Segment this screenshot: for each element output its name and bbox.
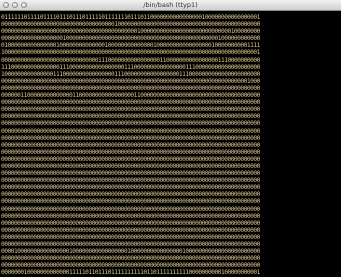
terminal-line: 0000000000000000000000000000000000000000… (1, 155, 260, 163)
terminal-line: 0000000000000000000000000000001110000000… (1, 56, 260, 64)
terminal-line: 0000000100000000000001111101101110111111… (1, 269, 260, 277)
terminal-line: 0000000000000000000000000000000000000000… (1, 170, 260, 178)
terminal-line: 0000000000000000000000000000000000000000… (1, 262, 260, 270)
terminal-line: 0000000000000000000000000000000000000000… (1, 226, 260, 234)
terminal-line: 0000100000000000000001000000000000000001… (1, 248, 260, 256)
terminal-line: 0000000000000000000000000000000000000000… (1, 148, 260, 156)
terminal-line: 0000000000000000000000000000000000000000… (1, 205, 260, 213)
terminal-line: 0111111011110111101110111011111011111110… (1, 14, 260, 21)
terminal-window: /bin/bash (ttyp1) 0111111011110111101110… (0, 0, 341, 277)
terminal-line: 0000000000000000000000000000000000000000… (1, 177, 260, 185)
terminal-line: 0000000000000000000000000000000000000000… (1, 28, 260, 36)
terminal-line: 0000000000000000000000000000000000000000… (1, 113, 260, 121)
terminal-line: 1000000000000000000000000000000000000000… (1, 49, 260, 57)
window-title: /bin/bash (ttyp1) (143, 1, 198, 9)
terminal-line: 1000000000000000111000000000000000011100… (1, 70, 260, 78)
terminal-line: 0100000000000000010000000000000010000000… (1, 42, 260, 50)
terminal-line: 0000000000000000000000000000000000000000… (1, 184, 260, 192)
terminal-line: 0000000000000000000100000000000000000000… (1, 35, 260, 43)
title-bar[interactable]: /bin/bash (ttyp1) (0, 0, 341, 11)
terminal-line: 0000000000000000000000000000000000000000… (1, 198, 260, 206)
terminal-line: 0000000000000000000000000000000000000000… (1, 106, 260, 114)
terminal-line: 0000000000000000000000000000000000000000… (1, 233, 260, 241)
terminal-line: 0000000000000000000000000000000000000000… (1, 134, 260, 142)
terminal-line: 0000000000000000000000000000000000000000… (1, 191, 260, 199)
terminal-line: 0000000000000000000000000000000000000000… (1, 120, 260, 128)
terminal-line: 0000000000000000000000000000000000000000… (1, 99, 260, 107)
terminal-output[interactable]: 0111111011110111101110111011111011111110… (0, 12, 341, 277)
terminal-line: 0000000000000000000000000000000000000000… (1, 241, 260, 248)
terminal-line: 0000000000000000000000000000000000010000… (1, 21, 260, 29)
terminal-line: 0000001100000000000000110000000000000000… (1, 92, 260, 100)
terminal-line: 0000000000000000000000000000000000000000… (1, 127, 260, 135)
terminal-line: 0000000000000000000000000000000000000000… (1, 255, 260, 263)
terminal-line: 0000000000000000000000000000000000000000… (1, 77, 260, 85)
terminal-line: 1110000000000000001110000000000000000011… (1, 63, 260, 71)
terminal-line: 0000000000000000000000000000000000000000… (1, 162, 260, 170)
terminal-line: 0000000000000000000000000000000000000000… (1, 219, 260, 227)
terminal-line: 0000000000000000000000000000000000000000… (1, 84, 260, 92)
terminal-line: 0000000000000000000000000000000000000000… (1, 141, 260, 149)
terminal-line: 0000000000000000000000000000000000000000… (1, 212, 260, 220)
